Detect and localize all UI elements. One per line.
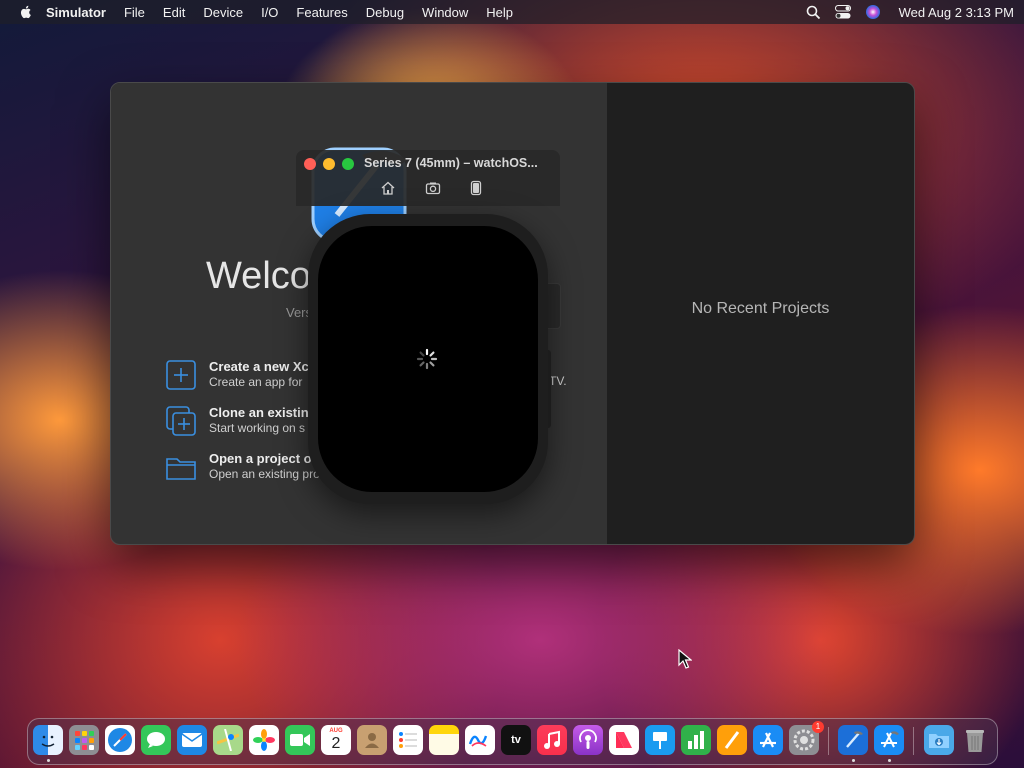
dock-pages-icon[interactable] <box>717 725 747 755</box>
menu-device[interactable]: Device <box>203 5 243 20</box>
dock-reminders-icon[interactable] <box>393 725 423 755</box>
dock-mail-icon[interactable] <box>177 725 207 755</box>
menu-help[interactable]: Help <box>486 5 513 20</box>
menu-window[interactable]: Window <box>422 5 468 20</box>
dock-podcasts-icon[interactable] <box>573 725 603 755</box>
open-project-action[interactable]: Open a project o Open an existing pro <box>165 451 320 483</box>
plus-square-icon <box>166 360 196 390</box>
menu-file[interactable]: File <box>124 5 145 20</box>
control-center-icon[interactable] <box>834 5 851 19</box>
clone-repo-subtitle: Start working on s <box>209 421 306 435</box>
create-project-subtitle-tail: TV. <box>549 374 567 388</box>
create-project-action[interactable]: Create a new Xc Create an app for <box>165 359 309 391</box>
simulator-running-indicator <box>888 759 891 762</box>
dock-contacts-icon[interactable] <box>357 725 387 755</box>
screenshot-icon[interactable] <box>425 180 441 196</box>
create-project-title: Create a new Xc <box>209 359 309 374</box>
menu-features[interactable]: Features <box>296 5 347 20</box>
dock-tv-icon[interactable]: tv <box>501 725 531 755</box>
dock-system-settings-icon[interactable]: 1 <box>789 721 824 755</box>
tv-label: tv <box>511 734 521 746</box>
dock-app-store-icon[interactable] <box>753 725 783 755</box>
dock-simulator-icon[interactable] <box>874 725 904 755</box>
minimize-window-button[interactable] <box>323 158 335 170</box>
menu-clock[interactable]: Wed Aug 2 3:13 PM <box>899 5 1014 20</box>
open-project-title: Open a project o <box>209 451 312 466</box>
simulator-window-title: Series 7 (45mm) – watchOS... <box>364 156 538 170</box>
siri-icon[interactable] <box>865 4 881 20</box>
calendar-month-label: AUG <box>329 728 343 734</box>
dock-finder-icon[interactable] <box>33 725 63 755</box>
menu-io[interactable]: I/O <box>261 5 278 20</box>
dock-trash-icon[interactable] <box>960 725 990 755</box>
menu-app-simulator[interactable]: Simulator <box>46 5 106 20</box>
dock-launchpad-icon[interactable] <box>69 725 99 755</box>
folder-icon <box>166 458 196 480</box>
dock-facetime-icon[interactable] <box>285 725 315 755</box>
rotate-icon[interactable] <box>468 180 484 196</box>
clone-plus-icon <box>166 406 196 436</box>
zoom-window-button[interactable] <box>342 158 354 170</box>
welcome-title: Welco <box>206 255 311 297</box>
create-project-subtitle: Create an app for <box>209 375 303 389</box>
spotlight-search-icon[interactable] <box>806 5 821 20</box>
dock-messages-icon[interactable] <box>141 725 171 755</box>
menu-debug[interactable]: Debug <box>366 5 404 20</box>
menu-edit[interactable]: Edit <box>163 5 185 20</box>
dock-separator-2 <box>913 727 914 755</box>
dock-xcode-icon[interactable] <box>838 725 868 755</box>
calendar-day-label: 2 <box>331 735 341 752</box>
no-recent-projects-label: No Recent Projects <box>691 300 830 317</box>
clone-repo-title: Clone an existin <box>209 405 309 420</box>
dock-freeform-icon[interactable] <box>465 725 495 755</box>
open-project-subtitle: Open an existing pro <box>209 467 320 481</box>
menu-bar: Simulator File Edit Device I/O Features … <box>0 0 1024 24</box>
dock-maps-icon[interactable] <box>213 725 243 755</box>
loading-spinner-icon <box>416 348 438 370</box>
dock-numbers-icon[interactable] <box>681 725 711 755</box>
clone-repo-action[interactable]: Clone an existin Start working on s <box>165 405 309 437</box>
dock-keynote-icon[interactable] <box>645 725 675 755</box>
dock-downloads-folder-icon[interactable] <box>924 725 954 755</box>
apple-menu-icon[interactable] <box>18 4 34 20</box>
finder-running-indicator <box>47 759 50 762</box>
mouse-pointer-icon <box>678 649 692 669</box>
recent-projects-panel: No Recent Projects <box>607 83 914 544</box>
dock-news-icon[interactable] <box>609 725 639 755</box>
close-window-button[interactable] <box>304 158 316 170</box>
settings-notification-badge: 1 <box>812 721 824 733</box>
dock-calendar-icon[interactable]: AUG 2 <box>321 725 351 755</box>
xcode-running-indicator <box>852 759 855 762</box>
simulator-toolbar: Series 7 (45mm) – watchOS... <box>296 150 560 206</box>
dock-notes-icon[interactable] <box>429 725 459 755</box>
dock-music-icon[interactable] <box>537 725 567 755</box>
dock-separator <box>828 727 829 755</box>
dock-safari-icon[interactable] <box>105 725 135 755</box>
dock-photos-icon[interactable] <box>249 725 279 755</box>
home-icon[interactable] <box>380 180 396 196</box>
dock: AUG 2 tv 1 <box>27 718 998 765</box>
